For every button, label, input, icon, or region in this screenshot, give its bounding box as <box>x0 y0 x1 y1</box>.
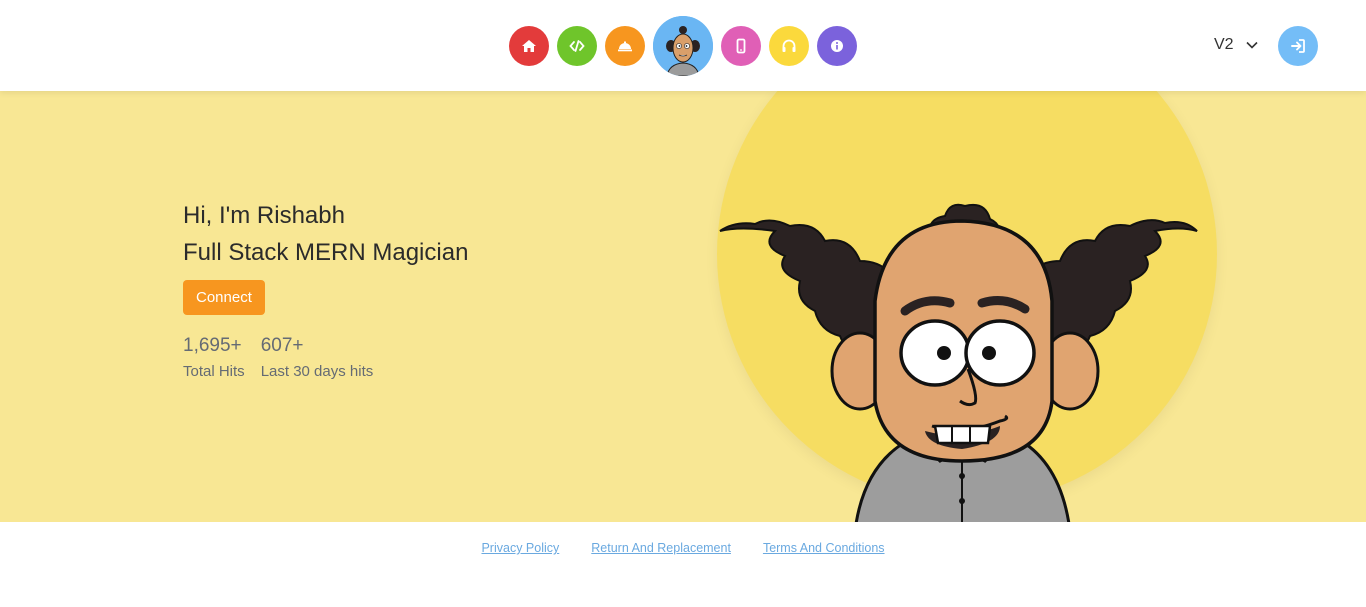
privacy-policy-link[interactable]: Privacy Policy <box>481 541 559 555</box>
chevron-down-icon <box>1246 41 1258 49</box>
home-icon <box>522 40 536 52</box>
stat-value: 1,695+ <box>183 335 242 356</box>
headphones-icon <box>782 39 796 52</box>
return-replacement-link[interactable]: Return And Replacement <box>591 541 731 555</box>
version-select[interactable]: V2 <box>1214 36 1258 54</box>
service-button[interactable] <box>605 26 645 66</box>
code-button[interactable] <box>557 26 597 66</box>
avatar[interactable] <box>653 16 713 76</box>
connect-button[interactable]: Connect <box>183 280 265 315</box>
cartoon-character-illustration <box>719 203 1198 522</box>
version-label: V2 <box>1214 36 1234 53</box>
footer: Privacy Policy Return And Replacement Te… <box>0 522 1366 607</box>
mobile-icon <box>736 38 746 54</box>
stat-total-hits: 1,695+ Total Hits <box>183 335 245 380</box>
login-button[interactable] <box>1278 26 1318 66</box>
audio-button[interactable] <box>769 26 809 66</box>
service-bell-icon <box>618 41 632 52</box>
footer-links: Privacy Policy Return And Replacement Te… <box>0 541 1366 555</box>
nav-icon-group <box>0 0 1366 91</box>
avatar-illustration <box>653 16 713 76</box>
stat-label: Last 30 days hits <box>260 363 374 380</box>
stat-last-30-days: 607+ Last 30 days hits <box>261 335 374 380</box>
info-button[interactable] <box>817 26 857 66</box>
hero-section: Hi, I'm Rishabh Full Stack MERN Magician… <box>0 91 1366 522</box>
info-icon <box>831 40 843 52</box>
hero-role: Full Stack MERN Magician <box>183 239 469 266</box>
stats-row: 1,695+ Total Hits 607+ Last 30 days hits <box>183 335 468 380</box>
code-icon <box>569 40 585 52</box>
stat-label: Total Hits <box>183 363 245 380</box>
sign-in-icon <box>1291 39 1305 53</box>
stat-value: 607+ <box>260 335 304 356</box>
home-button[interactable] <box>509 26 549 66</box>
mobile-button[interactable] <box>721 26 761 66</box>
top-navbar: V2 <box>0 0 1366 91</box>
hero-greeting: Hi, I'm Rishabh <box>183 202 345 229</box>
hero-text-block: Hi, I'm Rishabh Full Stack MERN Magician… <box>183 197 468 380</box>
terms-conditions-link[interactable]: Terms And Conditions <box>763 541 885 555</box>
